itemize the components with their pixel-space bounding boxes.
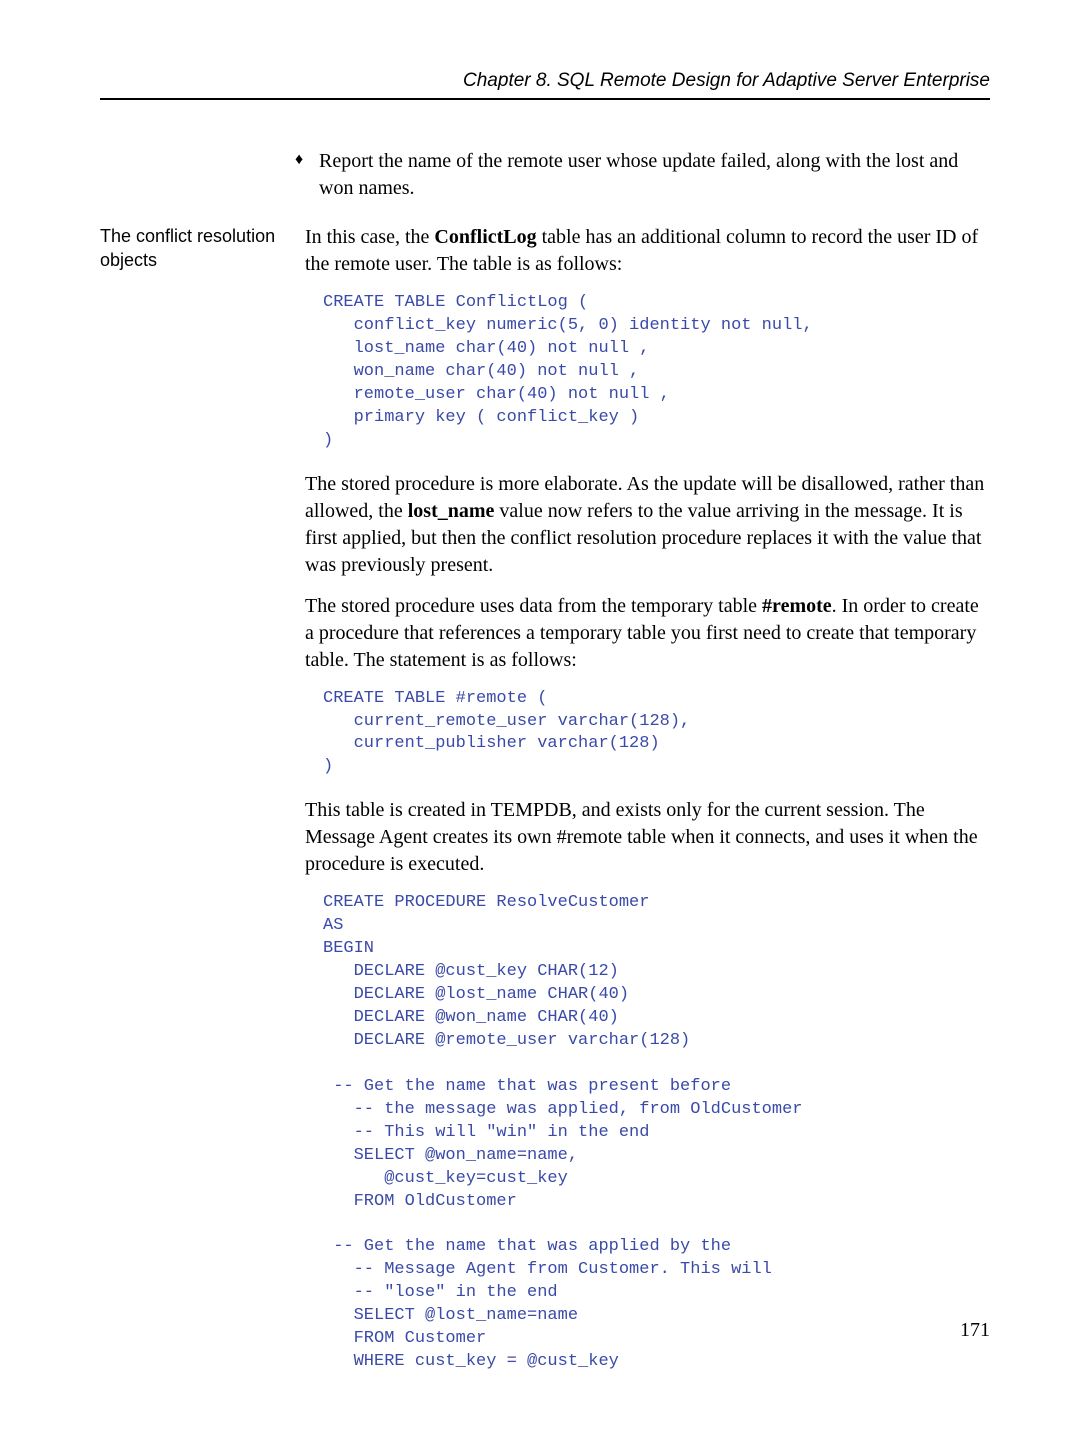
sidebar-label: The conflict resolution objects (100, 224, 305, 1392)
bullet-marker: ♦ (295, 148, 319, 202)
paragraph-stored-proc: The stored procedure is more elaborate. … (305, 471, 990, 579)
page-number: 171 (960, 1319, 990, 1342)
paragraph-intro: In this case, the ConflictLog table has … (305, 224, 990, 278)
paragraph-tempdb: This table is created in TEMPDB, and exi… (305, 797, 990, 878)
code-block-conflictlog: CREATE TABLE ConflictLog ( conflict_key … (323, 292, 990, 453)
bullet-text: Report the name of the remote user whose… (319, 148, 990, 202)
text-fragment: The stored procedure uses data from the … (305, 595, 762, 617)
chapter-header: Chapter 8. SQL Remote Design for Adaptiv… (100, 70, 990, 100)
lostname-bold: lost_name (408, 500, 495, 522)
code-block-resolvecustomer: CREATE PROCEDURE ResolveCustomer AS BEGI… (323, 892, 990, 1374)
bullet-item: ♦ Report the name of the remote user who… (295, 148, 990, 202)
conflictlog-bold: ConflictLog (434, 226, 536, 248)
text-fragment: In this case, the (305, 226, 434, 248)
paragraph-remote-table: The stored procedure uses data from the … (305, 593, 990, 674)
remote-bold: #remote (762, 595, 832, 617)
code-block-remote: CREATE TABLE #remote ( current_remote_us… (323, 688, 990, 780)
